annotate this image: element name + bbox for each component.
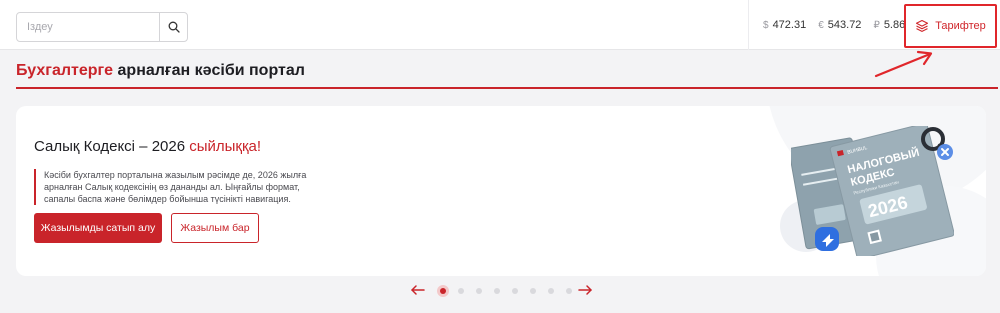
top-bar: $ 472.31 € 543.72 ₽ 5.86 Тарифтер [0,0,1000,50]
search-button[interactable] [159,13,187,41]
buy-subscription-button[interactable]: Жазылымды сатып алу [34,213,162,243]
carousel-dot[interactable] [530,288,536,294]
ruble-icon: ₽ [873,19,880,31]
next-arrow-icon[interactable] [577,282,593,298]
page-title: Бухгалтерге арналған кәсіби портал [16,62,305,80]
banner-title: Салық Кодексі – 2026 сыйлыққа! [34,138,261,155]
cursor-sticker-icon [815,227,839,251]
tariffs-label: Тарифтер [935,20,986,32]
title-divider [16,87,998,89]
rate-usd-value: 472.31 [772,19,807,31]
page-title-accent: Бухгалтерге [16,62,114,79]
prev-arrow-icon[interactable] [410,282,426,298]
rate-eur-value: 543.72 [827,19,862,31]
search-icon [168,21,180,33]
banner-description: Кәсіби бухгалтер порталына жазылым рәсім… [34,169,324,205]
tariffs-button[interactable]: Тарифтер [904,4,997,48]
magnifier-sticker-icon [921,127,953,160]
annotation-arrow-icon [874,50,933,78]
carousel-dot[interactable] [512,288,518,294]
carousel-dot[interactable] [437,285,449,297]
carousel-pager [410,280,595,302]
have-subscription-button[interactable]: Жазылым бар [171,213,259,243]
carousel-dot[interactable] [476,288,482,294]
dollar-icon: $ [763,19,769,31]
banner-title-prefix: Салық Кодексі – 2026 [34,138,190,155]
banner-title-accent: сыйлыққа! [189,138,262,155]
carousel-dot[interactable] [458,288,464,294]
euro-icon: € [818,19,824,31]
rate-rub: ₽ 5.86 [873,19,905,31]
rate-usd: $ 472.31 [763,19,806,31]
page-title-rest: арналған кәсіби портал [113,62,305,79]
search-input[interactable] [17,13,161,41]
promo-banner: Салық Кодексі – 2026 сыйлыққа! Кәсіби бу… [16,106,986,276]
currency-rates: $ 472.31 € 543.72 ₽ 5.86 [748,0,917,50]
carousel-dot[interactable] [494,288,500,294]
rate-rub-value: 5.86 [883,19,906,31]
layers-icon [916,19,929,32]
search-box [16,12,188,42]
carousel-dot[interactable] [566,288,572,294]
carousel-dot[interactable] [548,288,554,294]
rate-eur: € 543.72 [818,19,861,31]
